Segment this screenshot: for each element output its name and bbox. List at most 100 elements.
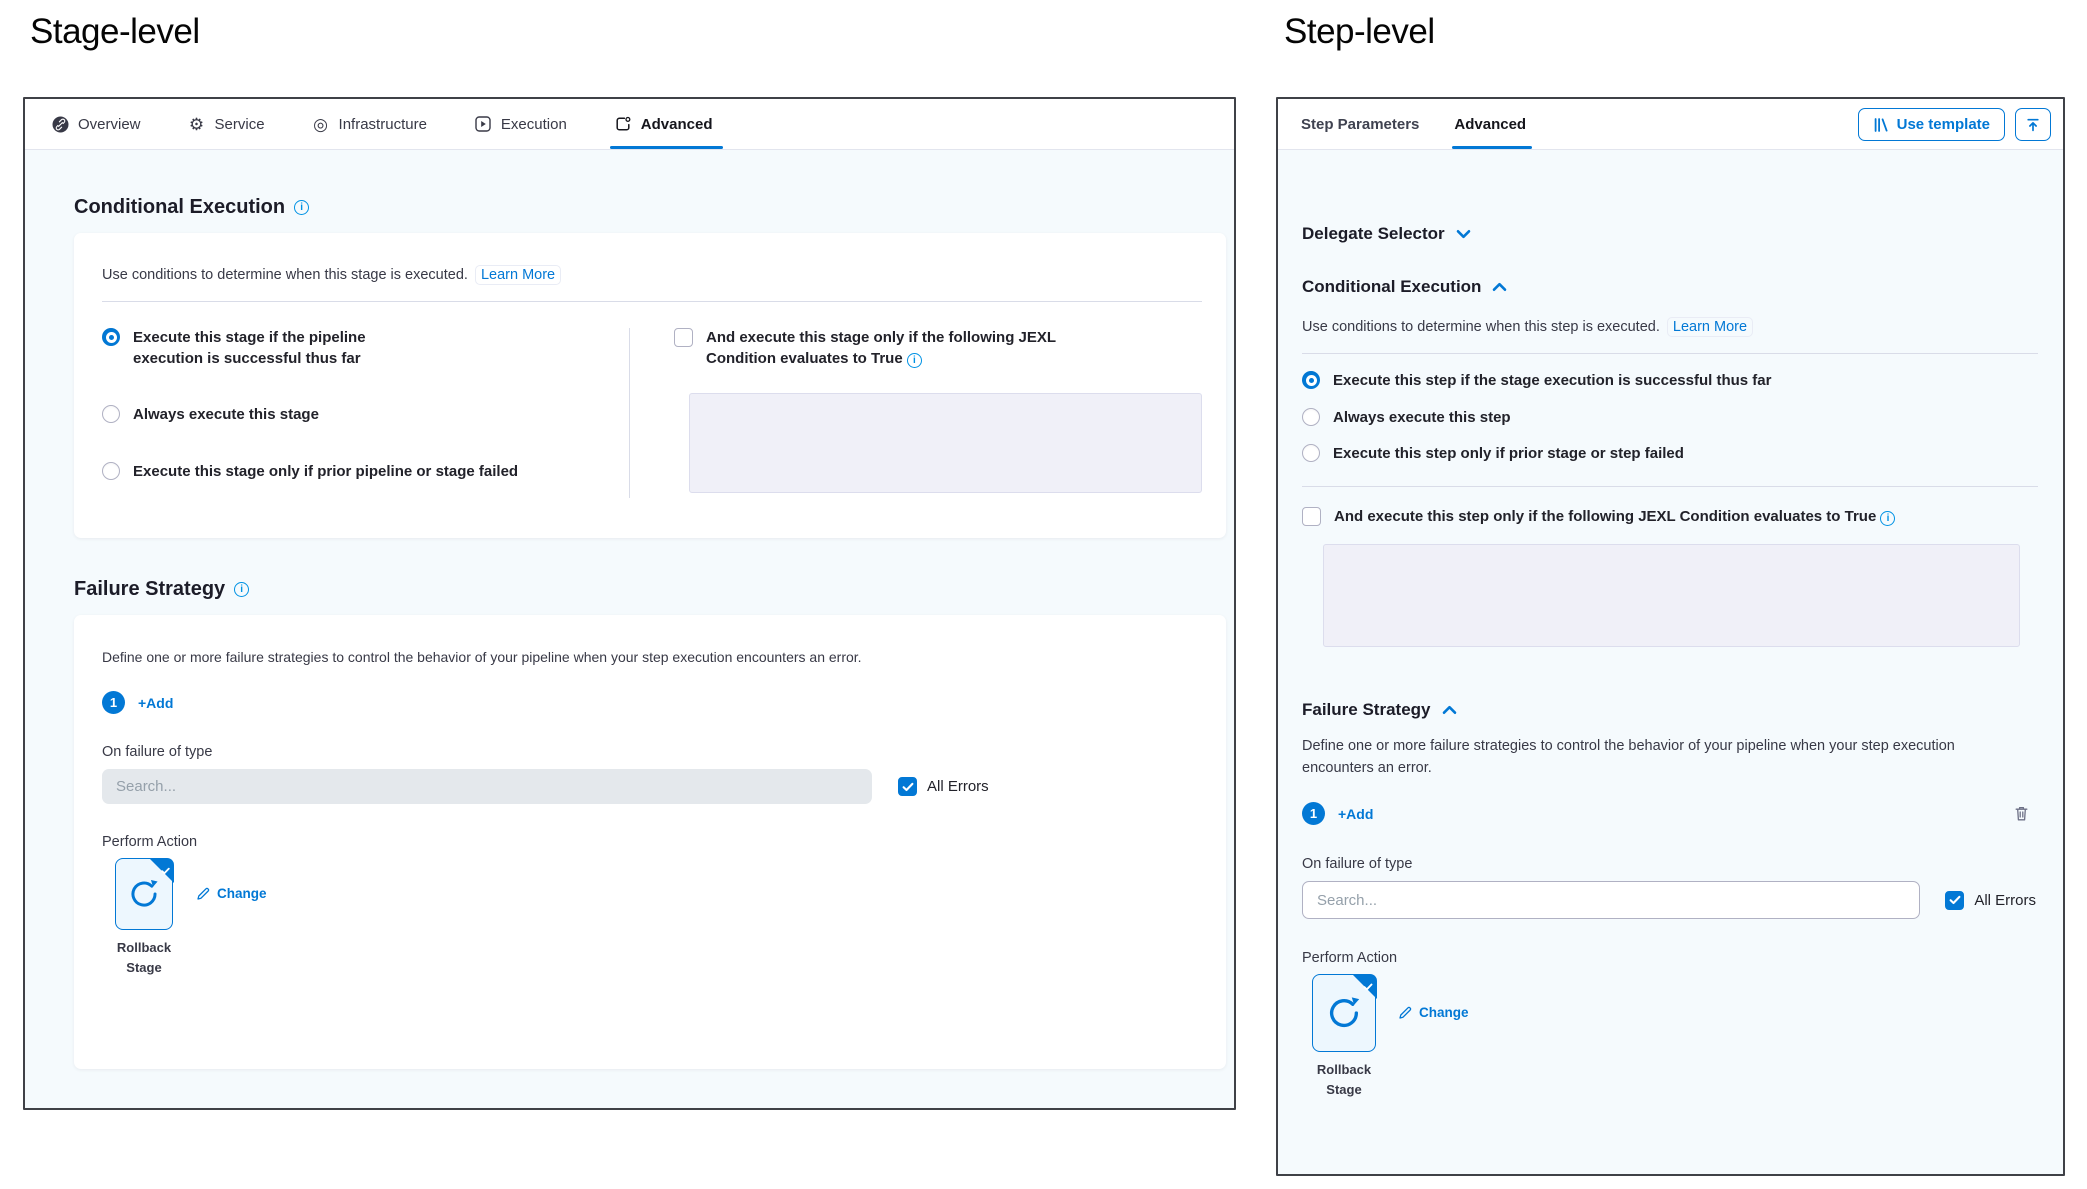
heading-text: Conditional Execution xyxy=(74,196,285,219)
heading-text: Conditional Execution xyxy=(1302,277,1481,297)
tab-advanced[interactable]: Advanced xyxy=(614,99,713,149)
failure-strategy-card: Define one or more failure strategies to… xyxy=(74,615,1226,1069)
add-strategy-button[interactable]: +Add xyxy=(138,695,173,711)
chevron-up-icon xyxy=(1442,705,1457,715)
tab-overview[interactable]: Overview xyxy=(51,99,141,149)
checkbox-checked-icon xyxy=(898,777,917,796)
delegate-selector-heading[interactable]: Delegate Selector xyxy=(1302,224,2038,244)
tab-service[interactable]: ⚙ Service xyxy=(188,99,265,149)
delete-strategy-button[interactable] xyxy=(2014,805,2029,822)
divider xyxy=(102,301,1202,302)
tab-infrastructure[interactable]: ◎ Infrastructure xyxy=(312,99,427,149)
failure-strategy-heading[interactable]: Failure Strategy xyxy=(1302,700,2038,720)
tab-step-parameters[interactable]: Step Parameters xyxy=(1301,99,1419,149)
chevron-up-icon xyxy=(1492,282,1507,292)
radio-label: Always execute this step xyxy=(1333,408,1511,429)
stage-tabbar: Overview ⚙ Service ◎ Infrastructure Exec… xyxy=(25,99,1234,150)
radio-icon xyxy=(102,462,120,480)
radio-execute-if-successful[interactable]: Execute this step if the stage execution… xyxy=(1302,371,2038,392)
learn-more-link[interactable]: Learn More xyxy=(475,265,561,285)
jexl-condition-checkbox-row[interactable]: And execute this step only if the follow… xyxy=(1302,507,2038,528)
change-label: Change xyxy=(1419,1005,1469,1020)
tab-execution[interactable]: Execution xyxy=(474,99,567,149)
step-tabbar: Step Parameters Advanced Use template xyxy=(1278,99,2063,150)
stage-advanced-panel: Overview ⚙ Service ◎ Infrastructure Exec… xyxy=(23,97,1236,1110)
failure-type-row: All Errors xyxy=(1302,881,2038,919)
jexl-condition-input[interactable] xyxy=(1323,544,2020,647)
tab-label: Advanced xyxy=(1454,116,1526,133)
action-name: Rollback Stage xyxy=(1317,1060,1371,1099)
radio-execute-if-failed[interactable]: Execute this stage only if prior pipelin… xyxy=(102,462,613,483)
perform-action-label: Perform Action xyxy=(102,834,1202,850)
radio-icon xyxy=(102,405,120,423)
radio-execute-if-successful[interactable]: Execute this stage if the pipeline execu… xyxy=(102,328,613,369)
perform-action-row: Rollback Stage Change xyxy=(102,858,1202,977)
add-strategy-button[interactable]: +Add xyxy=(1338,806,1373,822)
learn-more-link[interactable]: Learn More xyxy=(1667,317,1753,337)
perform-action-label: Perform Action xyxy=(1302,950,2038,966)
all-errors-checkbox-row[interactable]: All Errors xyxy=(898,777,989,796)
description-text: Use conditions to determine when this st… xyxy=(102,267,468,283)
radio-selected-icon xyxy=(102,328,120,346)
change-action-link[interactable]: Change xyxy=(196,886,267,901)
failure-description: Define one or more failure strategies to… xyxy=(102,649,1202,665)
radio-group: Execute this step if the stage execution… xyxy=(1302,371,2038,465)
radio-always-execute[interactable]: Always execute this stage xyxy=(102,405,613,426)
failure-type-search-input[interactable] xyxy=(102,769,872,804)
tab-actions: Use template xyxy=(1858,108,2051,141)
edit-pencil-icon xyxy=(1398,1006,1412,1020)
step-panel-body: Delegate Selector Conditional Execution … xyxy=(1278,150,2063,1099)
action-name-line2: Stage xyxy=(117,958,171,978)
action-tile: Rollback Stage xyxy=(1302,974,1386,1099)
rollback-stage-action-card[interactable] xyxy=(1312,974,1376,1052)
checkmark-icon xyxy=(161,862,170,880)
apply-template-button[interactable] xyxy=(2015,108,2051,141)
radio-label: Always execute this stage xyxy=(133,405,319,426)
info-icon[interactable]: i xyxy=(294,200,309,215)
strategy-badge-row: 1 +Add xyxy=(102,691,1202,714)
tab-advanced[interactable]: Advanced xyxy=(1454,99,1526,149)
divider xyxy=(1302,486,2038,487)
stage-panel-body: Conditional Execution i Use conditions t… xyxy=(25,150,1234,1069)
radio-label: Execute this stage if the pipeline execu… xyxy=(133,328,439,369)
jexl-condition-checkbox-row[interactable]: And execute this stage only if the follo… xyxy=(674,328,1202,369)
radio-execute-if-failed[interactable]: Execute this step only if prior stage or… xyxy=(1302,444,2038,465)
action-name: Rollback Stage xyxy=(117,938,171,977)
rollback-stage-action-card[interactable] xyxy=(115,858,173,930)
failure-type-search-input[interactable] xyxy=(1302,881,1920,919)
action-tile: Rollback Stage xyxy=(102,858,186,977)
stage-level-title: Stage-level xyxy=(30,12,200,52)
jexl-label: And execute this step only if the follow… xyxy=(1334,507,1895,528)
divider xyxy=(1302,353,2038,354)
info-icon[interactable]: i xyxy=(234,582,249,597)
description-text: Use conditions to determine when this st… xyxy=(1302,319,1660,335)
strategy-count-badge[interactable]: 1 xyxy=(1302,802,1325,825)
use-template-button[interactable]: Use template xyxy=(1858,108,2005,141)
step-level-title: Step-level xyxy=(1284,12,1435,52)
action-name-line1: Rollback xyxy=(117,938,171,958)
all-errors-checkbox-row[interactable]: All Errors xyxy=(1945,891,2036,910)
tab-label: Step Parameters xyxy=(1301,116,1419,133)
chevron-down-icon xyxy=(1456,229,1471,239)
active-tab-underline xyxy=(1452,146,1532,149)
info-icon[interactable]: i xyxy=(907,353,922,368)
on-failure-label: On failure of type xyxy=(1302,856,2038,872)
change-action-link[interactable]: Change xyxy=(1398,1005,1469,1020)
conditional-execution-heading: Conditional Execution i xyxy=(74,196,1228,219)
strategy-count-badge[interactable]: 1 xyxy=(102,691,125,714)
rollback-icon xyxy=(1325,994,1363,1032)
checkbox-unchecked-icon xyxy=(674,328,693,347)
jexl-label: And execute this stage only if the follo… xyxy=(706,328,1106,369)
conditional-execution-card: Use conditions to determine when this st… xyxy=(74,233,1226,538)
execution-icon xyxy=(474,116,492,132)
info-icon[interactable]: i xyxy=(1880,511,1895,526)
use-template-label: Use template xyxy=(1897,116,1990,133)
jexl-condition-input[interactable] xyxy=(689,393,1202,493)
heading-text: Failure Strategy xyxy=(1302,700,1431,720)
conditional-execution-heading[interactable]: Conditional Execution xyxy=(1302,277,2038,297)
action-name-line1: Rollback xyxy=(1317,1060,1371,1080)
radio-label: Execute this step if the stage execution… xyxy=(1333,371,1771,392)
radio-always-execute[interactable]: Always execute this step xyxy=(1302,408,2038,429)
tab-label: Service xyxy=(215,116,265,133)
active-tab-underline xyxy=(610,146,723,149)
